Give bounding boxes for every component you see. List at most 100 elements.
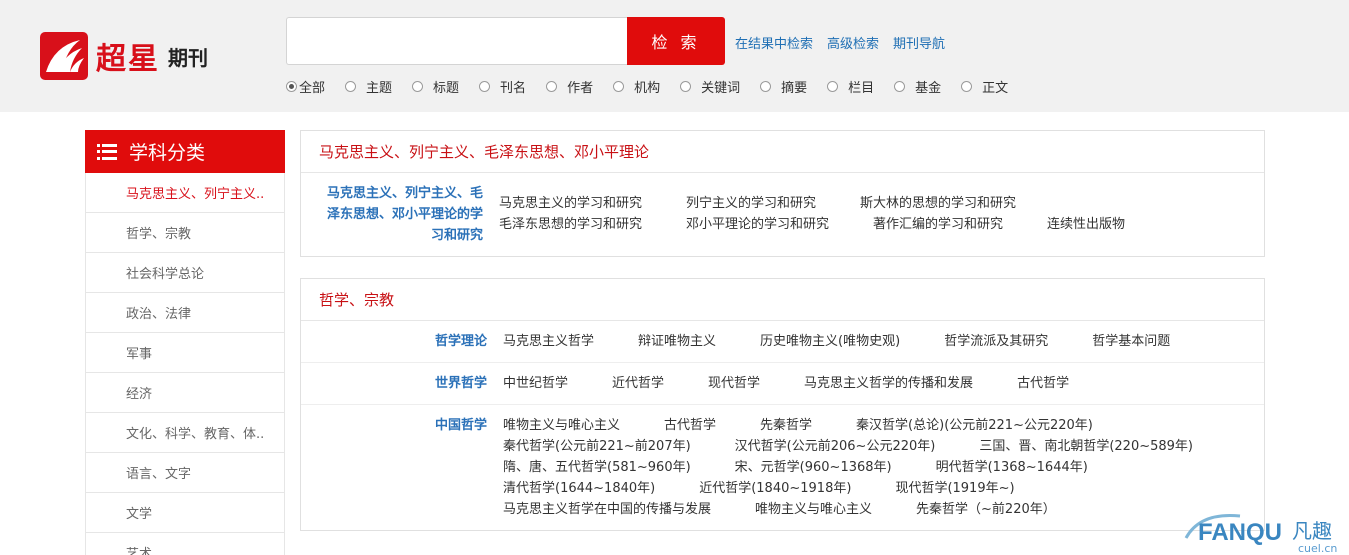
radio-circle-icon[interactable] [286, 81, 297, 92]
radio-option[interactable]: 关键词 [680, 77, 740, 96]
sidebar-item[interactable]: 哲学、宗教 [85, 213, 285, 253]
subcategory-link[interactable]: 近代哲学 [612, 373, 664, 394]
radio-label: 作者 [567, 81, 594, 96]
radio-option[interactable]: 基金 [894, 77, 941, 96]
subcategory-link[interactable]: 哲学流派及其研究 [944, 331, 1048, 352]
watermark-text-cn: 凡趣 [1292, 519, 1332, 543]
radio-option[interactable]: 机构 [613, 77, 660, 96]
subcategory-link[interactable]: 连续性出版物 [1047, 214, 1125, 235]
sidebar-item[interactable]: 艺术 [85, 533, 285, 555]
watermark-text: FANQU [1198, 519, 1282, 546]
subcategory-link[interactable]: 古代哲学 [664, 415, 716, 436]
radio-circle-icon[interactable] [345, 81, 357, 92]
category-label[interactable]: 哲学理论 [301, 331, 491, 352]
sidebar-item[interactable]: 经济 [85, 373, 285, 413]
subcategory-list: 马克思主义的学习和研究 列宁主义的学习和研究 斯大林的思想的学习和研究毛泽东思想的学… [487, 183, 1264, 246]
radio-label: 刊名 [500, 81, 527, 96]
search-button[interactable]: 检 索 [627, 17, 725, 65]
subcategory-link[interactable]: 先秦哲学 [760, 415, 812, 436]
subcategory-link[interactable]: 先秦哲学（~前220年） [916, 499, 1056, 520]
category-label[interactable]: 中国哲学 [301, 415, 491, 520]
subcategory-link[interactable]: 哲学基本问题 [1092, 331, 1170, 352]
subcategory-link[interactable]: 斯大林的思想的学习和研究 [860, 193, 1016, 214]
radio-circle-icon[interactable] [412, 81, 424, 92]
subcategory-link[interactable]: 唯物主义与唯心主义 [503, 415, 620, 436]
sidebar-item[interactable]: 军事 [85, 333, 285, 373]
subcategory-list: 中世纪哲学 近代哲学 现代哲学 马克思主义哲学的传播和发展 古代哲学 [491, 373, 1264, 394]
panel-title[interactable]: 马克思主义、列宁主义、毛泽东思想、邓小平理论 [301, 131, 1264, 173]
radio-label: 机构 [634, 81, 661, 96]
search-in-results-link[interactable]: 在结果中检索 [735, 33, 813, 52]
category-label[interactable]: 世界哲学 [301, 373, 491, 394]
subcategory-link[interactable]: 马克思主义哲学 [503, 331, 594, 352]
sidebar-item[interactable]: 马克思主义、列宁主义.. [85, 173, 285, 213]
radio-option[interactable]: 刊名 [479, 77, 526, 96]
radio-label: 标题 [433, 81, 460, 96]
category-panel: 哲学、宗教哲学理论 马克思主义哲学 辩证唯物主义 历史唯物主义(唯物史观) 哲学流派及其… [300, 278, 1265, 531]
subcategory-link[interactable]: 现代哲学 [708, 373, 760, 394]
subcategory-link[interactable]: 汉代哲学(公元前206~公元220年) [735, 436, 936, 457]
radio-option[interactable]: 标题 [412, 77, 459, 96]
subcategory-link[interactable]: 三国、晋、南北朝哲学(220~589年) [979, 436, 1193, 457]
radio-option[interactable]: 全部 [286, 77, 325, 96]
radio-label: 摘要 [781, 81, 808, 96]
radio-option[interactable]: 正文 [961, 77, 1008, 96]
subcategory-link[interactable]: 历史唯物主义(唯物史观) [760, 331, 900, 352]
sidebar-item[interactable]: 文化、科学、教育、体.. [85, 413, 285, 453]
search-field-options: 全部 主题 标题 刊名 作者 机构 关键词 摘要 栏目 基金 正文 [286, 77, 1028, 96]
subcategory-link[interactable]: 马克思主义的学习和研究 [499, 193, 642, 214]
logo[interactable]: 超星 期刊 [40, 30, 220, 82]
sidebar-list: 马克思主义、列宁主义.. 哲学、宗教 社会科学总论 政治、法律 军事 经济 文化、科学、教育… [85, 173, 285, 555]
radio-option[interactable]: 栏目 [827, 77, 874, 96]
advanced-search-link[interactable]: 高级检索 [827, 33, 879, 52]
subcategory-list: 马克思主义哲学 辩证唯物主义 历史唯物主义(唯物史观) 哲学流派及其研究 哲学基本问题 [491, 331, 1264, 352]
logo-icon [40, 32, 88, 80]
category-label[interactable]: 马克思主义、列宁主义、毛泽东思想、邓小平理论的学习和研究 [301, 183, 487, 246]
radio-label: 全部 [299, 81, 326, 96]
subcategory-link[interactable]: 秦汉哲学(总论)(公元前221~公元220年) [856, 415, 1093, 436]
radio-option[interactable]: 摘要 [760, 77, 807, 96]
subcategory-link[interactable]: 著作汇编的学习和研究 [873, 214, 1003, 235]
panel-title[interactable]: 哲学、宗教 [301, 279, 1264, 321]
subcategory-link[interactable]: 清代哲学(1644~1840年) [503, 478, 655, 499]
search-input[interactable] [286, 17, 628, 65]
subcategory-link[interactable]: 现代哲学(1919年~) [895, 478, 1014, 499]
subcategory-link[interactable]: 唯物主义与唯心主义 [755, 499, 872, 520]
subcategory-link[interactable]: 明代哲学(1368~1644年) [936, 457, 1088, 478]
subcategory-link[interactable]: 隋、唐、五代哲学(581~960年) [503, 457, 691, 478]
sidebar-item[interactable]: 语言、文字 [85, 453, 285, 493]
sidebar-item[interactable]: 社会科学总论 [85, 253, 285, 293]
subcategory-link[interactable]: 秦代哲学(公元前221~前207年) [503, 436, 691, 457]
watermark-sub: cuel.cn [1298, 542, 1337, 555]
journal-navigation-link[interactable]: 期刊导航 [893, 33, 945, 52]
radio-circle-icon[interactable] [760, 81, 772, 92]
radio-circle-icon[interactable] [479, 81, 491, 92]
radio-label: 关键词 [701, 81, 741, 96]
category-panel: 马克思主义、列宁主义、毛泽东思想、邓小平理论 马克思主义、列宁主义、毛泽东思想、邓… [300, 130, 1265, 257]
category-row: 马克思主义、列宁主义、毛泽东思想、邓小平理论的学习和研究 马克思主义的学习和研究 列… [301, 173, 1264, 256]
subcategory-link[interactable]: 列宁主义的学习和研究 [686, 193, 816, 214]
logo-text: 超星 [96, 42, 160, 77]
subcategory-link[interactable]: 古代哲学 [1017, 373, 1069, 394]
category-row: 哲学理论 马克思主义哲学 辩证唯物主义 历史唯物主义(唯物史观) 哲学流派及其研究 哲学基… [301, 321, 1264, 363]
subcategory-link[interactable]: 马克思主义哲学的传播和发展 [804, 373, 973, 394]
radio-circle-icon[interactable] [894, 81, 906, 92]
radio-circle-icon[interactable] [613, 81, 625, 92]
radio-circle-icon[interactable] [680, 81, 692, 92]
radio-label: 基金 [915, 81, 942, 96]
radio-circle-icon[interactable] [546, 81, 558, 92]
radio-circle-icon[interactable] [961, 81, 973, 92]
logo-subtitle: 期刊 [168, 45, 208, 70]
subcategory-link[interactable]: 宋、元哲学(960~1368年) [735, 457, 892, 478]
subcategory-link[interactable]: 马克思主义哲学在中国的传播与发展 [503, 499, 711, 520]
sidebar-item[interactable]: 政治、法律 [85, 293, 285, 333]
radio-option[interactable]: 主题 [345, 77, 392, 96]
subcategory-link[interactable]: 近代哲学(1840~1918年) [699, 478, 851, 499]
subcategory-link[interactable]: 毛泽东思想的学习和研究 [499, 214, 642, 235]
subcategory-link[interactable]: 辩证唯物主义 [638, 331, 716, 352]
sidebar-item[interactable]: 文学 [85, 493, 285, 533]
radio-circle-icon[interactable] [827, 81, 839, 92]
subcategory-link[interactable]: 中世纪哲学 [503, 373, 568, 394]
subcategory-link[interactable]: 邓小平理论的学习和研究 [686, 214, 829, 235]
radio-option[interactable]: 作者 [546, 77, 593, 96]
